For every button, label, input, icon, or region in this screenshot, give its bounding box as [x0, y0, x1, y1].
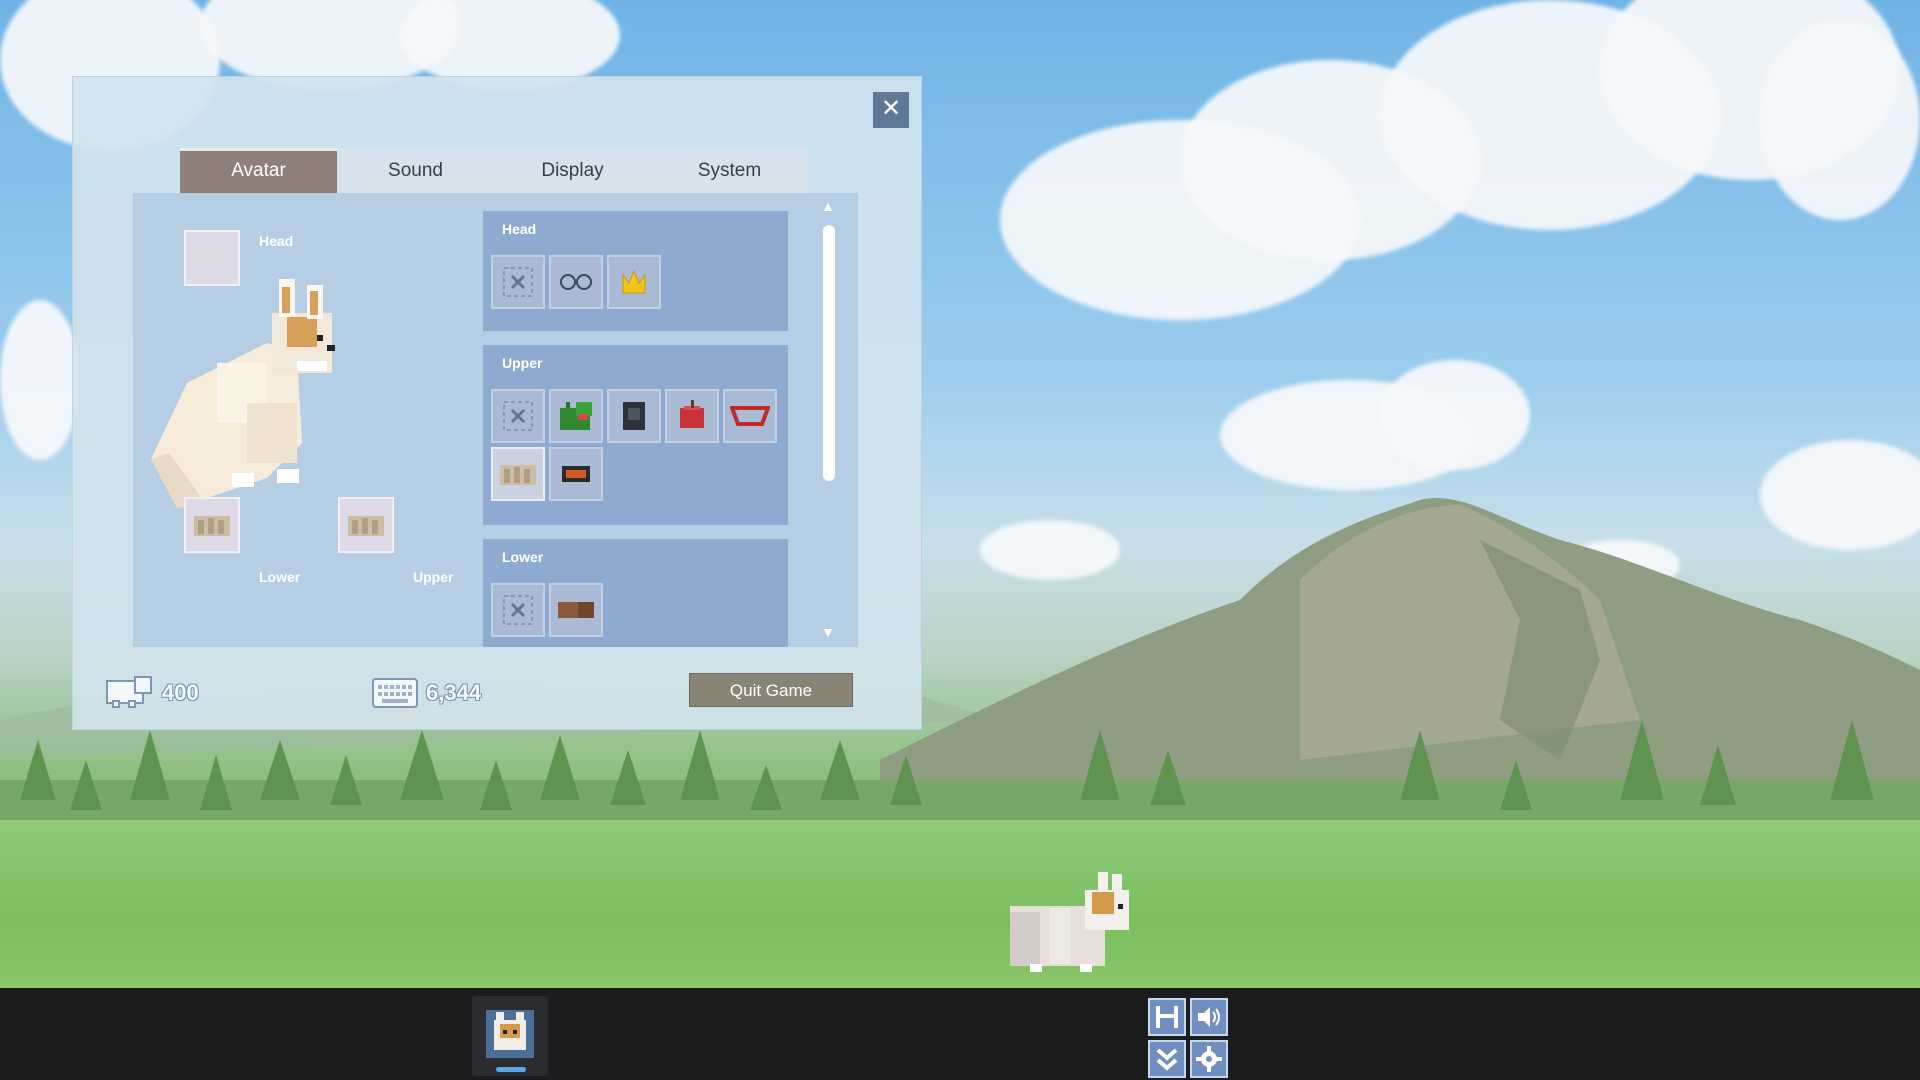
tab-system[interactable]: System: [651, 148, 808, 193]
volume-icon: [1198, 1007, 1220, 1027]
scrollbar-thumb[interactable]: [823, 225, 835, 481]
chevron-down-double-icon: [1156, 1048, 1178, 1071]
upper-dino-hood-item[interactable]: [549, 389, 603, 443]
dino-hood-icon: [560, 402, 592, 430]
tab-avatar[interactable]: Avatar: [180, 148, 337, 193]
taskbar-game-app[interactable]: [472, 996, 548, 1076]
fluffy-coat-icon: [194, 516, 230, 536]
corgi-app-icon: [486, 1010, 534, 1058]
upper-apple-item[interactable]: [665, 389, 719, 443]
tab-bar: Avatar Sound Display System: [180, 148, 808, 193]
head-crown-item[interactable]: [607, 255, 661, 309]
upper-category-title: Upper: [502, 355, 543, 371]
upper-slot[interactable]: [338, 497, 394, 553]
glasses-icon: [560, 274, 592, 290]
gear-icon: [1196, 1046, 1222, 1072]
upper-category: Upper: [483, 345, 788, 525]
close-button[interactable]: ✕: [873, 92, 909, 128]
keyboard-count: 6,344: [426, 680, 482, 705]
dark-hood-icon: [623, 402, 645, 430]
sheep-icon: [106, 676, 152, 708]
active-indicator: [496, 1067, 526, 1072]
upper-none-item[interactable]: [491, 389, 545, 443]
lower-brown-pants-item[interactable]: [549, 583, 603, 637]
upper-goggles-item[interactable]: [549, 447, 603, 501]
head-none-item[interactable]: [491, 255, 545, 309]
brown-pants-icon: [558, 602, 594, 618]
apple-icon: [680, 400, 704, 428]
fluffy-coat-icon: [500, 465, 536, 485]
crown-icon: [622, 269, 646, 294]
none-icon: [503, 595, 533, 625]
lower-category-title: Lower: [502, 549, 544, 565]
keyboard-icon: [372, 678, 418, 708]
tab-sound[interactable]: Sound: [337, 148, 494, 193]
tray-volume-button[interactable]: [1190, 998, 1228, 1036]
lower-slot[interactable]: [184, 497, 240, 553]
tray-settings-button[interactable]: [1190, 1040, 1228, 1078]
upper-slot-label: Upper: [413, 569, 454, 585]
taskbar: [0, 988, 1920, 1080]
tray-minimize-button[interactable]: [1148, 1040, 1186, 1078]
head-category: Head: [483, 211, 788, 331]
lower-category: Lower: [483, 539, 788, 647]
upper-fluffy-coat-item[interactable]: [491, 447, 545, 501]
red-visor-icon: [730, 406, 770, 426]
head-slot-label: Head: [259, 233, 294, 249]
grass-field: [0, 820, 1920, 988]
quit-game-button[interactable]: Quit Game: [689, 673, 853, 707]
goggles-icon: [562, 466, 590, 482]
upper-red-visor-item[interactable]: [723, 389, 777, 443]
sheep-count: 400: [162, 680, 199, 705]
upper-dark-hood-item[interactable]: [607, 389, 661, 443]
tray-save-button[interactable]: [1148, 998, 1186, 1036]
save-icon: [1156, 1006, 1178, 1028]
lower-none-item[interactable]: [491, 583, 545, 637]
head-glasses-item[interactable]: [549, 255, 603, 309]
head-category-title: Head: [502, 221, 537, 237]
avatar-content: Head Lower Upper Head Upper Lower ▲ ▼: [133, 193, 858, 647]
none-icon: [503, 267, 533, 297]
none-icon: [503, 401, 533, 431]
tab-display[interactable]: Display: [494, 148, 651, 193]
lower-slot-label: Lower: [259, 569, 301, 585]
player-corgi-sprite: [1010, 872, 1129, 972]
settings-window: ✕ Avatar Sound Display System Head Lower…: [72, 76, 922, 730]
scroll-down-button[interactable]: ▼: [819, 623, 837, 641]
scroll-up-button[interactable]: ▲: [819, 197, 837, 215]
fluffy-coat-icon: [348, 516, 384, 536]
